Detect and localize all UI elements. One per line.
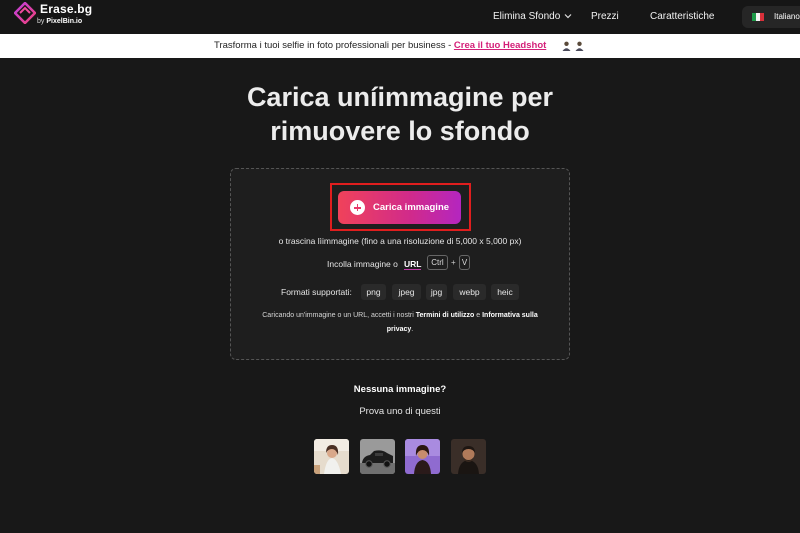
samples-title: Nessuna immagine? [353,384,447,395]
headshot-link[interactable]: Crea il tuo Headshot [454,40,546,51]
terms-notice: Caricando un'immagine o un URL, accetti … [262,312,538,333]
page-title: Carica uníimmagine per rimuovere lo sfond… [246,82,554,146]
promo-banner: Trasforma i tuoi selfie in foto professi… [0,34,800,58]
format-badge: webp [453,284,486,300]
format-badge: jpeg [392,284,421,300]
ctrl-key: Ctrl [427,255,448,270]
language-label: Italiano [774,12,800,21]
drag-hint: o trascina lìimmagine (fino a una risolu… [278,236,522,246]
nav-caratteristiche[interactable]: Caratteristiche [650,11,714,22]
person-emoji-icon [575,41,584,51]
logo-name: Erase.bg [40,2,93,16]
upload-image-button[interactable]: Carica immagine [338,191,461,224]
italy-flag-icon [752,13,764,21]
top-navbar: Erase.bg by PixelBin.io Elimina Sfondo P… [0,0,800,34]
upload-button-label: Carica immagine [373,202,450,213]
sample-image-woman[interactable] [314,439,349,474]
sample-image-car[interactable] [360,439,395,474]
samples-subtitle: Prova uno di questi [359,406,441,417]
url-link[interactable]: URL [404,259,422,270]
format-badge: jpg [426,284,447,300]
nav-elimina-sfondo[interactable]: Elimina Sfondo [493,11,560,22]
banner-text: Trasforma i tuoi selfie in foto professi… [214,40,547,51]
paste-hint: Incolla immagine o [327,259,398,269]
format-badge: png [361,284,386,300]
v-key: V [459,255,470,270]
logo-byline: by PixelBin.io [37,18,83,25]
erase-bg-logo[interactable]: Erase.bg by PixelBin.io [14,1,104,31]
erase-bg-logo-icon [14,2,36,24]
nav-prezzi[interactable]: Prezzi [591,11,619,22]
sample-image-man[interactable] [451,439,486,474]
person-emoji-icon [562,41,571,51]
formats-label: Formati supportati: [281,287,352,297]
language-selector[interactable]: Italiano [742,6,800,28]
format-badge: heic [491,284,519,300]
key-plus: + [451,258,456,267]
terms-link[interactable]: Termini di utilizzo [416,312,475,319]
sample-image-portrait[interactable] [405,439,440,474]
plus-icon [350,200,365,215]
chevron-down-icon[interactable] [563,11,573,21]
